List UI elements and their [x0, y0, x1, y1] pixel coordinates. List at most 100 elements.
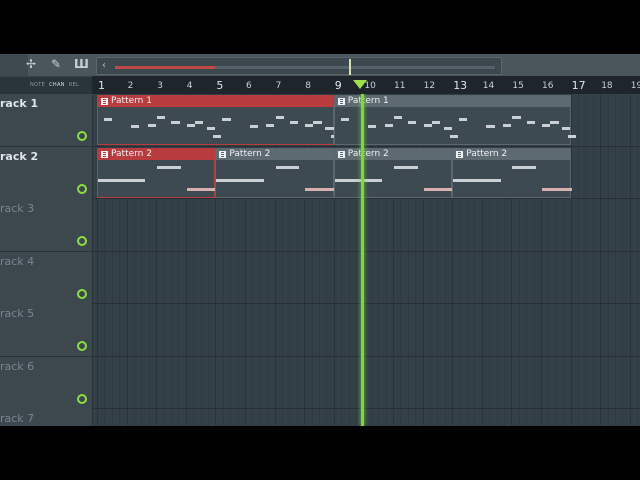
scroll-position-marker[interactable] — [349, 59, 351, 75]
pencil-icon[interactable]: ✎ — [51, 57, 61, 71]
scroll-left-icon[interactable]: ‹ — [97, 58, 111, 74]
note-preview — [171, 121, 180, 125]
note-preview — [305, 188, 335, 191]
ruler-bar-number: 10 — [364, 81, 376, 91]
note-preview — [431, 121, 441, 125]
playlist-window: ✢ ✎ Ш ‹ NOTE CHAN REL 1 2 3 4 5 6 7 8 9 10 11 12 13 14 1… — [0, 54, 640, 426]
grid-line — [592, 94, 594, 426]
note-preview — [393, 116, 403, 120]
clip-header[interactable]: Pattern 2 — [98, 148, 215, 160]
grid-line — [607, 94, 609, 426]
horizontal-scrollbar[interactable]: ‹ — [96, 57, 502, 75]
track-row-divider — [93, 145, 640, 147]
ruler-bar-number: 2 — [127, 81, 134, 91]
pattern-menu-icon[interactable] — [337, 150, 345, 158]
track-mute-led-icon[interactable] — [77, 288, 87, 299]
note-preview — [289, 121, 299, 125]
track-name[interactable]: rack 2 — [0, 150, 38, 163]
ruler-bar-number: 1 — [98, 79, 105, 92]
track-mute-led-icon[interactable] — [77, 131, 87, 141]
pattern-menu-icon[interactable] — [337, 98, 345, 105]
track-name[interactable]: rack 1 — [0, 97, 38, 110]
note-preview — [393, 165, 418, 169]
note-preview — [195, 121, 204, 125]
track-name[interactable]: rack 4 — [0, 255, 34, 268]
ruler-bar-number: 12 — [423, 81, 436, 91]
clip-label: Pattern 2 — [347, 148, 389, 159]
clip-label: Pattern 2 — [466, 148, 508, 159]
track-header[interactable]: rack 7 — [0, 409, 92, 426]
track-header[interactable]: rack 5 — [0, 304, 92, 357]
note-preview — [502, 124, 512, 127]
ruler-bar-number: 13 — [453, 79, 468, 92]
clip-header[interactable]: Pattern 1 — [98, 96, 333, 107]
track-row-divider — [93, 250, 640, 252]
note-preview — [313, 121, 322, 125]
track-header[interactable]: rack 6 — [0, 356, 92, 410]
playlist-toolbar: ✢ ✎ Ш ‹ — [0, 54, 640, 77]
track-header[interactable]: rack 2 — [0, 146, 92, 200]
track-row-divider — [93, 303, 640, 304]
note-preview — [423, 124, 432, 127]
mode-label-note[interactable]: NOTE — [30, 82, 45, 88]
clip-header[interactable]: Pattern 2 — [216, 148, 333, 160]
clip-header[interactable]: Pattern 1 — [334, 96, 570, 107]
note-preview — [384, 124, 393, 127]
ruler-bar-number: 18 — [601, 81, 613, 91]
note-preview — [568, 135, 577, 139]
tool-icon[interactable]: ✢ — [26, 57, 36, 71]
pattern-menu-icon[interactable] — [101, 150, 108, 158]
note-preview — [212, 135, 222, 139]
pattern-clip[interactable]: Pattern 2 — [333, 147, 454, 198]
track-mute-led-icon[interactable] — [77, 341, 87, 351]
timeline-ruler[interactable]: 1 2 3 4 5 6 7 8 9 10 11 12 13 14 15 16 17 18 19 — [92, 76, 640, 95]
pattern-clip[interactable]: Pattern 2 — [452, 147, 572, 198]
track-mute-led-icon[interactable] — [77, 183, 87, 194]
note-preview — [562, 126, 571, 130]
track-name[interactable]: rack 5 — [0, 307, 34, 320]
ruler-bar-number: 19 — [630, 81, 640, 91]
ruler-bar-number: 15 — [512, 81, 524, 91]
track-header[interactable]: rack 4 — [0, 251, 92, 305]
clip-header[interactable]: Pattern 2 — [334, 148, 452, 160]
clip-label: Pattern 2 — [229, 148, 271, 159]
pattern-clip[interactable]: Pattern 1 — [333, 95, 577, 145]
track-name[interactable]: rack 6 — [0, 360, 34, 373]
ruler-bar-number: 17 — [571, 79, 586, 92]
note-preview — [275, 165, 300, 169]
toolbar-left-panel — [0, 54, 28, 76]
track-mute-led-icon[interactable] — [77, 236, 87, 246]
note-preview — [526, 121, 535, 125]
note-preview — [408, 121, 417, 125]
scroll-track[interactable] — [115, 59, 495, 75]
pattern-clip[interactable]: Pattern 2 — [97, 147, 217, 198]
note-preview — [186, 124, 196, 127]
grid-line — [629, 94, 631, 426]
track-mute-led-icon[interactable] — [77, 393, 87, 404]
mode-label-rel[interactable]: REL — [69, 82, 79, 88]
letterbox-bottom — [0, 426, 640, 480]
track-row-divider — [93, 408, 640, 409]
track-name[interactable]: rack 3 — [0, 202, 34, 215]
ruler-bar-number: 7 — [275, 81, 282, 91]
pattern-clip[interactable]: Pattern 1 — [97, 95, 340, 145]
pattern-menu-icon[interactable] — [456, 150, 464, 158]
note-preview — [157, 165, 181, 169]
grid-line — [578, 94, 579, 426]
note-preview — [334, 179, 383, 182]
note-preview — [550, 121, 559, 125]
clip-header[interactable]: Pattern 2 — [453, 148, 570, 160]
track-name[interactable]: rack 7 — [0, 412, 34, 425]
track-header[interactable]: rack 1 — [0, 94, 92, 147]
pattern-clip[interactable]: Pattern 2 — [215, 147, 335, 198]
note-preview — [367, 125, 377, 129]
playlist-grid[interactable]: Pattern 1 Pattern 1 Pattern 2 Pattern 2 Patt… — [93, 94, 640, 426]
pattern-menu-icon[interactable] — [219, 150, 227, 158]
track-header[interactable]: rack 3 — [0, 199, 92, 252]
mode-label-chan[interactable]: CHAN — [49, 82, 65, 88]
piano-icon[interactable]: Ш — [74, 57, 89, 71]
note-preview — [131, 125, 140, 129]
note-preview — [541, 124, 551, 127]
note-preview — [157, 116, 166, 120]
pattern-menu-icon[interactable] — [101, 98, 108, 105]
